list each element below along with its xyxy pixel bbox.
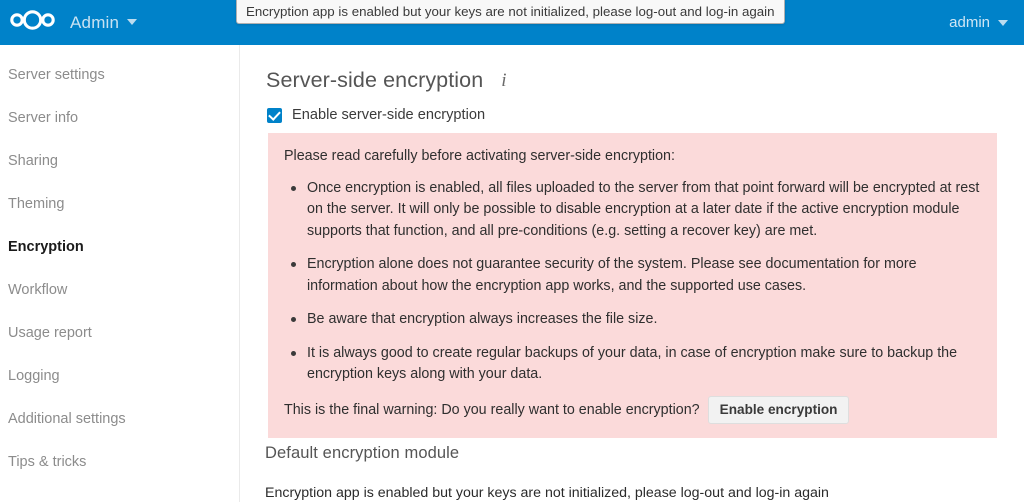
sidebar-item-usage-report[interactable]: Usage report [0,312,239,355]
sidebar-item-theming[interactable]: Theming [0,183,239,226]
sidebar-item-server-settings[interactable]: Server settings [0,54,239,97]
app-name-label: Admin [70,12,120,32]
page-title: Server-side encryption i [266,68,507,93]
nextcloud-logo-icon [9,9,56,36]
encryption-warning-panel: Please read carefully before activating … [268,133,997,439]
sidebar-item-tips-and-tricks[interactable]: Tips & tricks [0,441,239,484]
warning-intro-text: Please read carefully before activating … [284,148,675,164]
enable-encryption-checkbox-row[interactable]: Enable server-side encryption [267,107,485,123]
notification-message: Encryption app is enabled but your keys … [246,4,775,19]
warning-bullet-item: It is always good to create regular back… [284,343,981,386]
sidebar-item-sharing[interactable]: Sharing [0,140,239,183]
default-encryption-module-title: Default encryption module [265,444,460,462]
chevron-down-icon [998,19,1008,26]
sidebar-item-server-info[interactable]: Server info [0,97,239,140]
warning-bullet-item: Encryption alone does not guarantee secu… [284,254,981,297]
final-warning-text: This is the final warning: Do you really… [284,401,700,418]
chevron-down-icon [127,18,138,25]
final-warning-row: This is the final warning: Do you really… [284,395,981,425]
user-menu-toggle[interactable]: admin [949,0,1008,45]
default-encryption-module-status: Encryption app is enabled but your keys … [265,485,829,501]
warning-bullet-list: Once encryption is enabled, all files up… [284,178,981,386]
sidebar-item-encryption[interactable]: Encryption [0,226,239,269]
app-menu-toggle[interactable]: Admin [62,12,138,33]
sidebar-item-logging[interactable]: Logging [0,355,239,398]
main-content-area: Server-side encryption i Enable server-si… [241,45,1024,502]
default-encryption-module-section: Default encryption module Encryption app… [265,444,1005,501]
enable-server-side-encryption-checkbox[interactable] [267,107,282,123]
warning-bullet-item: Once encryption is enabled, all files up… [284,178,981,243]
enable-server-side-encryption-label[interactable]: Enable server-side encryption [292,107,485,123]
info-icon[interactable]: i [501,70,506,92]
user-name-label: admin [949,14,990,31]
nextcloud-logo-link[interactable] [2,0,62,45]
sidebar-item-additional-settings[interactable]: Additional settings [0,398,239,441]
notification-toast[interactable]: Encryption app is enabled but your keys … [236,0,785,24]
page-title-text: Server-side encryption [266,68,484,92]
settings-navigation-sidebar: Server settings Server info Sharing Them… [0,45,240,502]
warning-bullet-item: Be aware that encryption always increase… [284,309,981,331]
sidebar-item-workflow[interactable]: Workflow [0,269,239,312]
enable-encryption-button[interactable]: Enable encryption [707,395,850,425]
